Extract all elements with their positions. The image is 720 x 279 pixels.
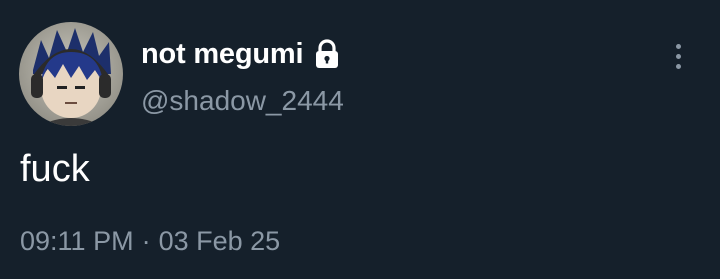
lock-icon xyxy=(311,38,343,70)
display-name[interactable]: not megumi xyxy=(141,38,304,71)
tweet-date: 03 Feb 25 xyxy=(158,226,281,256)
more-vertical-icon xyxy=(675,43,681,49)
avatar[interactable] xyxy=(19,22,123,126)
tweet-timestamp[interactable]: 09:11 PM · 03 Feb 25 xyxy=(20,226,280,257)
user-handle[interactable]: @shadow_2444 xyxy=(141,85,344,117)
avatar-image xyxy=(19,22,123,126)
name-row: not megumi xyxy=(141,36,343,72)
tweet-text: fuck xyxy=(20,148,90,190)
tweet-card: not megumi @shadow_2444 fuck 09:11 PM · 03… xyxy=(0,0,720,279)
timestamp-separator: · xyxy=(141,226,151,256)
more-options-button[interactable] xyxy=(662,38,694,74)
tweet-time: 09:11 PM xyxy=(20,226,134,256)
